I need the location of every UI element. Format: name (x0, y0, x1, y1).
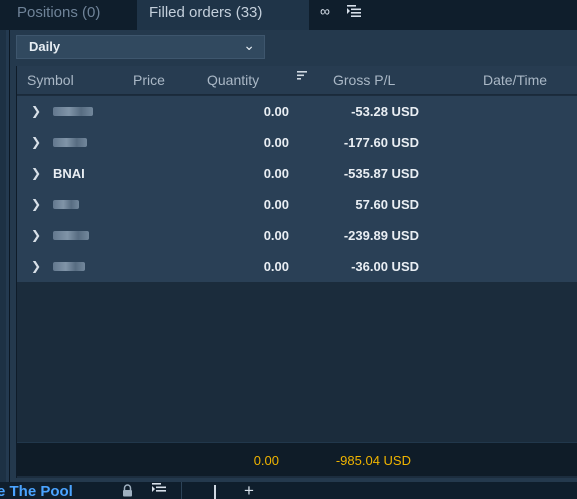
bottom-tab-strip: e The Pool + (0, 481, 577, 499)
left-frame (0, 30, 10, 482)
sort-icon[interactable] (297, 70, 307, 84)
redacted-symbol (53, 107, 93, 116)
row-symbol: BNAI (53, 166, 85, 181)
row-gross-pl: -53.28 USD (351, 104, 419, 119)
row-gross-pl: -36.00 USD (351, 259, 419, 274)
lock-icon[interactable] (122, 484, 133, 499)
period-dropdown[interactable]: Daily ⌄ (16, 35, 265, 59)
column-header-gross-pl[interactable]: Gross P/L (333, 72, 395, 88)
row-quantity: 0.00 (263, 197, 289, 212)
table-row[interactable]: ❯ 0.00 -177.60 USD (17, 127, 577, 158)
chevron-down-icon: ⌄ (243, 37, 255, 53)
row-quantity: 0.00 (263, 228, 289, 243)
column-header-price[interactable]: Price (133, 72, 165, 88)
top-tab-bar: Positions (0) Filled orders (33) ∞ (0, 0, 577, 30)
table-row[interactable]: ❯ BNAI 0.00 -535.87 USD (17, 158, 577, 189)
row-quantity: 0.00 (263, 135, 289, 150)
table-body: ❯ 0.00 -53.28 USD ❯ 0.00 -177.60 USD ❯ B… (17, 96, 577, 282)
period-dropdown-value: Daily (29, 39, 61, 54)
redacted-symbol (53, 200, 79, 209)
row-quantity: 0.00 (263, 166, 289, 181)
total-gross-pl: -985.04 USD (335, 453, 411, 468)
chevron-right-icon[interactable]: ❯ (31, 197, 41, 211)
link-icon[interactable]: ∞ (314, 1, 336, 21)
chevron-right-icon[interactable]: ❯ (31, 104, 41, 118)
table-row[interactable]: ❯ 0.00 -239.89 USD (17, 220, 577, 251)
redacted-symbol (53, 231, 89, 240)
total-quantity: 0.00 (253, 453, 279, 468)
redacted-symbol (53, 262, 85, 271)
row-gross-pl: -239.89 USD (343, 228, 419, 243)
filled-orders-table: Symbol Price Quantity Gross P/L Date/Tim… (16, 66, 577, 478)
chevron-right-icon[interactable]: ❯ (31, 135, 41, 149)
row-gross-pl: -535.87 USD (343, 166, 419, 181)
tab-positions[interactable]: Positions (0) (0, 0, 137, 30)
redacted-symbol (53, 138, 87, 147)
chevron-right-icon[interactable]: ❯ (31, 259, 41, 273)
column-header-datetime[interactable]: Date/Time (483, 72, 547, 88)
row-gross-pl: 57.60 USD (355, 197, 419, 212)
columns-icon[interactable] (152, 483, 166, 498)
cursor-bar (214, 485, 216, 499)
bottom-tab-label[interactable]: e The Pool (0, 483, 73, 499)
table-header: Symbol Price Quantity Gross P/L Date/Tim… (17, 66, 577, 95)
row-gross-pl: -177.60 USD (343, 135, 419, 150)
chevron-right-icon[interactable]: ❯ (31, 228, 41, 242)
chevron-right-icon[interactable]: ❯ (31, 166, 41, 180)
row-quantity: 0.00 (263, 104, 289, 119)
table-row[interactable]: ❯ 0.00 57.60 USD (17, 189, 577, 220)
plus-icon[interactable]: + (244, 481, 254, 499)
column-header-quantity[interactable]: Quantity (207, 72, 259, 88)
divider (181, 482, 182, 499)
columns-icon[interactable] (344, 1, 364, 21)
table-totals-row: 0.00 -985.04 USD (17, 442, 577, 476)
table-row[interactable]: ❯ 0.00 -53.28 USD (17, 96, 577, 127)
table-empty-area (17, 282, 577, 442)
tab-filled-orders[interactable]: Filled orders (33) (137, 0, 309, 30)
column-header-symbol[interactable]: Symbol (27, 72, 74, 88)
row-quantity: 0.00 (263, 259, 289, 274)
table-row[interactable]: ❯ 0.00 -36.00 USD (17, 251, 577, 282)
